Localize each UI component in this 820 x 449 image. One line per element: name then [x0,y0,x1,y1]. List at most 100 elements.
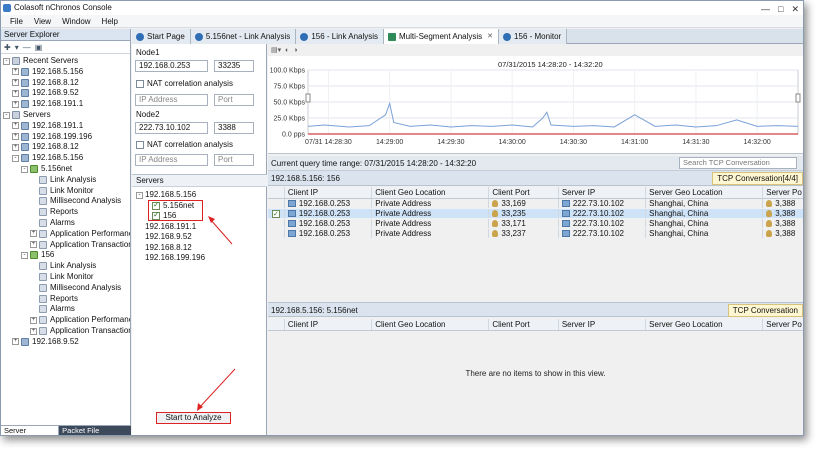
row-checkbox[interactable]: ✓ [271,209,280,218]
header-client-geo[interactable]: Client Geo Location [372,319,490,330]
tree-item[interactable]: +192.168.5.156 [12,67,83,77]
tab-5156net-link-analysis[interactable]: 5.156net - Link Analysis [190,29,297,44]
tree-item[interactable]: Link Analysis [30,261,96,271]
row-select-cell[interactable] [268,199,285,208]
collapse-icon[interactable]: - [12,154,19,162]
collapse-icon[interactable]: - [21,165,28,173]
tree-item[interactable]: Reports [30,207,78,217]
properties-icon[interactable]: ▣ [35,43,43,52]
expand-icon[interactable]: + [30,316,37,324]
tcp-conversation-badge-lower[interactable]: TCP Conversation [727,304,803,317]
tree-item[interactable]: - 192.168.5.156 [12,153,83,163]
header-client-port[interactable]: Client Port [489,187,559,198]
tree-item[interactable]: Millisecond Analysis [30,196,121,206]
row-select-cell[interactable] [268,219,285,228]
tree-item[interactable]: - 156 [21,250,54,260]
tree-item[interactable]: Reports [30,294,78,304]
expand-icon[interactable]: + [12,68,19,76]
node2-nat-checkbox[interactable] [136,141,144,149]
tree-item[interactable]: Link Analysis [30,175,96,185]
add-server-icon[interactable]: ✚ [4,43,11,52]
server-item[interactable]: 192.168.9.52 [136,232,192,242]
tree-item[interactable]: Link Monitor [30,186,94,196]
tree-item[interactable]: +192.168.8.12 [12,142,79,152]
tree-item[interactable]: - 5.156net [21,164,72,174]
tree-item[interactable]: +192.168.9.52 [12,88,79,98]
collapse-icon[interactable]: - [3,111,10,119]
zoom-in-icon[interactable]: ◑ [293,47,297,54]
tree-item[interactable]: + Application Performance [30,315,130,325]
remove-icon[interactable]: — [23,43,31,52]
collapse-icon[interactable]: - [21,251,28,259]
tree-item[interactable]: Alarms [30,304,75,314]
node1-nat-ip-input[interactable]: IP Address [135,94,208,106]
tree-item[interactable]: + Application Transaction A [30,326,130,336]
tab-156-monitor[interactable]: 156 - Monitor [499,29,568,44]
header-client-port[interactable]: Client Port [489,319,559,330]
dropdown-icon[interactable]: ▾ [15,43,19,52]
header-server-geo[interactable]: Server Geo Location [646,319,764,330]
expand-icon[interactable]: + [30,241,37,249]
tree-item[interactable]: +192.168.8.12 [12,78,79,88]
expand-icon[interactable]: + [12,122,19,130]
minimize-icon[interactable]: — [761,2,770,16]
header-client-ip[interactable]: Client IP [285,319,373,330]
header-server-ip[interactable]: Server IP [559,187,647,198]
tree-item[interactable]: - Servers [3,110,51,120]
table-row[interactable]: 192.168.0.253 Private Address 33,237 222.73… [268,229,803,239]
server-item[interactable]: 192.168.8.12 [136,243,192,253]
header-server-geo[interactable]: Server Geo Location [646,187,764,198]
expand-icon[interactable]: + [12,143,19,151]
tab-start-page[interactable]: Start Page [132,29,191,44]
chart-type-icon[interactable]: ▤▾ [271,46,281,54]
node1-nat-checkbox[interactable] [136,80,144,88]
menu-help[interactable]: Help [102,15,118,27]
menu-view[interactable]: View [34,15,51,27]
menu-window[interactable]: Window [62,15,90,27]
expand-icon[interactable]: + [12,100,19,108]
node2-ip-input[interactable]: 222.73.10.102 [135,122,208,134]
tab-156-link-analysis[interactable]: 156 - Link Analysis [296,29,385,44]
table-row[interactable]: ✓ 192.168.0.253 Private Address 33,235 222.7… [268,209,803,219]
header-server-port[interactable]: Server Po [763,187,803,198]
expand-icon[interactable]: + [12,79,19,87]
collapse-icon[interactable]: - [3,57,10,65]
server-item[interactable]: -192.168.5.156 [136,190,196,200]
node2-nat-ip-input[interactable]: IP Address [135,154,208,166]
tab-packet-file-explorer[interactable]: Packet File Explorer [59,426,131,435]
tree-item[interactable]: +192.168.199.196 [12,132,92,142]
expand-icon[interactable]: + [30,230,37,238]
node1-ip-input[interactable]: 192.168.0.253 [135,60,208,72]
tree-item[interactable]: Link Monitor [30,272,94,282]
header-server-ip[interactable]: Server IP [559,319,647,330]
row-select-cell[interactable] [268,229,285,238]
expand-icon[interactable]: + [30,327,37,335]
collapse-icon[interactable]: - [136,191,143,199]
expand-icon[interactable]: + [12,89,19,97]
search-tcp-conversation-input[interactable]: Search TCP Conversation [679,157,797,169]
tree-item[interactable]: +192.168.191.1 [12,121,83,131]
row-select-cell[interactable]: ✓ [268,209,285,218]
expand-icon[interactable]: + [12,133,19,141]
maximize-icon[interactable]: □ [778,2,783,16]
tree-item[interactable]: Millisecond Analysis [30,283,121,293]
tree-item[interactable]: +192.168.191.1 [12,99,83,109]
tab-multi-segment-analysis[interactable]: Multi-Segment Analysis ✕ [384,29,500,44]
node2-nat-port-input[interactable]: Port [214,154,254,166]
close-tab-icon[interactable]: ✕ [487,29,493,44]
server-item[interactable]: 192.168.199.196 [136,253,205,263]
tree-item[interactable]: +192.168.9.52 [12,337,79,347]
node2-port-input[interactable]: 3388 [214,122,254,134]
table-row[interactable]: 192.168.0.253 Private Address 33,171 222.73… [268,219,803,229]
start-to-analyze-button[interactable]: Start to Analyze [156,412,231,424]
close-icon[interactable]: ✕ [791,2,799,16]
tree-item[interactable]: - Recent Servers [3,56,78,66]
tree-item[interactable]: + Application Transaction A [30,240,130,250]
header-client-ip[interactable]: Client IP [285,187,373,198]
tree-item[interactable]: + Application Performance [30,229,130,239]
expand-icon[interactable]: + [12,338,19,346]
tcp-conversation-badge[interactable]: TCP Conversation[4/4] [712,172,803,185]
header-client-geo[interactable]: Client Geo Location [372,187,490,198]
zoom-out-icon[interactable]: ◐ [285,47,289,54]
server-item[interactable]: 192.168.191.1 [136,222,196,232]
